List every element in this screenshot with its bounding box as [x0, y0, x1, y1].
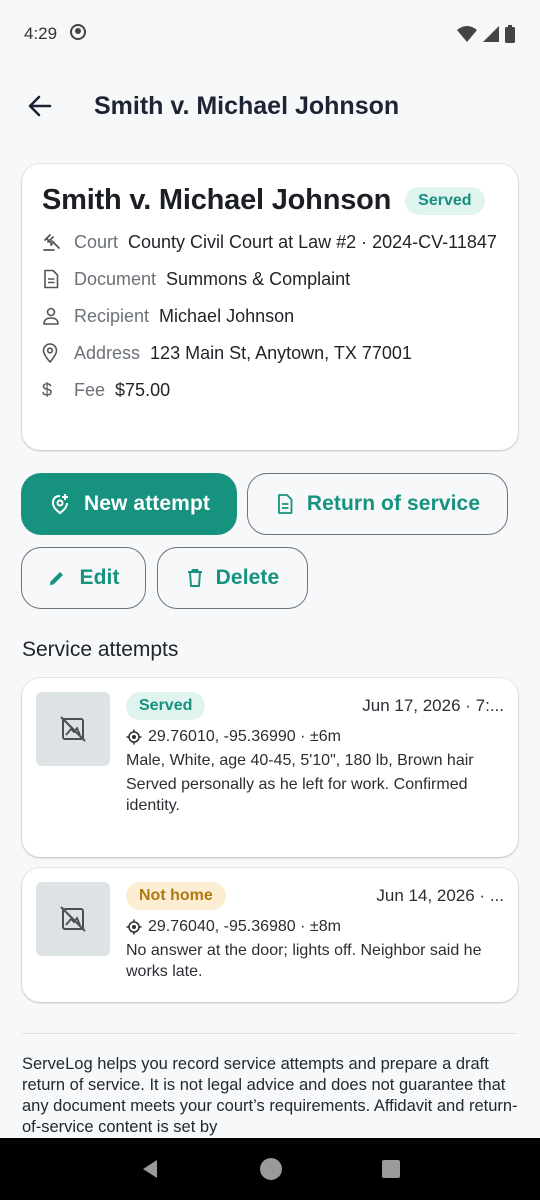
document-icon [42, 266, 64, 292]
gps-icon [126, 729, 142, 745]
divider [22, 1033, 518, 1034]
attempt-status-badge: Not home [126, 882, 226, 910]
fee-label: Fee [74, 380, 106, 400]
court-row: Court County Civil Court at Law #2 · 2024… [42, 229, 498, 255]
new-attempt-button[interactable]: New attempt [21, 473, 237, 535]
fee-row: $ Fee $75.00 [42, 377, 498, 403]
attempt-date: Jun 14, 2026 · ... [376, 886, 504, 905]
new-attempt-label: New attempt [84, 492, 210, 515]
person-icon [42, 303, 64, 329]
wifi-icon [457, 26, 477, 42]
document-icon [277, 494, 293, 514]
address-value: 123 Main St, Anytown, TX 77001 [150, 343, 412, 363]
gps-icon [126, 919, 142, 935]
service-attempts-heading: Service attempts [22, 638, 179, 661]
recipient-label: Recipient [74, 306, 150, 326]
status-app-icon [69, 23, 87, 46]
attempt-notes: No answer at the door; lights off. Neigh… [126, 942, 482, 980]
disclaimer-text: ServeLog helps you record service attemp… [22, 1055, 518, 1136]
case-details-card: Smith v. Michael Johnson Served Court Cou… [22, 164, 518, 450]
attempt-photo-placeholder [36, 692, 110, 766]
attempt-card[interactable]: Served Jun 17, 2026 · 7:... 29.76010, -9… [22, 678, 518, 857]
delete-label: Delete [215, 566, 280, 589]
signal-icon [483, 26, 499, 42]
attempt-coordinates: 29.76040, -95.36980 · ±8m [126, 916, 504, 938]
back-arrow-icon [28, 95, 52, 117]
battery-icon [505, 25, 515, 43]
attempt-coordinates: 29.76010, -95.36990 · ±6m [126, 726, 504, 748]
nav-back-icon[interactable] [139, 1158, 161, 1180]
court-value: County Civil Court at Law #2 · 2024-CV-1… [128, 232, 497, 252]
page-title: Smith v. Michael Johnson [94, 91, 400, 120]
case-status-badge: Served [405, 186, 485, 215]
dollar-icon: $ [42, 380, 53, 400]
document-row: Document Summons & Complaint [42, 266, 498, 292]
attempt-photo-placeholder [36, 882, 110, 956]
document-label: Document [74, 269, 157, 289]
nav-home-icon[interactable] [259, 1157, 283, 1181]
attempt-status-badge: Served [126, 692, 206, 720]
attempt-card[interactable]: Not home Jun 14, 2026 · ... 29.76040, -9… [22, 868, 518, 1002]
case-title: Smith v. Michael Johnson [42, 184, 392, 216]
no-photo-icon [60, 716, 86, 742]
address-row: Address 123 Main St, Anytown, TX 77001 [42, 340, 498, 366]
recipient-value: Michael Johnson [159, 306, 295, 326]
top-app-bar: Smith v. Michael Johnson [0, 68, 540, 144]
delete-button[interactable]: Delete [157, 547, 308, 609]
back-button[interactable] [20, 86, 60, 126]
address-label: Address [74, 343, 141, 363]
status-bar: 4:29 [0, 0, 540, 68]
status-indicators [456, 25, 516, 43]
edit-label: Edit [79, 566, 120, 589]
location-pin-icon [42, 340, 64, 366]
attempt-coords-text: 29.76040, -95.36980 · ±8m [148, 918, 341, 935]
recipient-row: Recipient Michael Johnson [42, 303, 498, 329]
return-of-service-button[interactable]: Return of service [247, 473, 508, 535]
nav-recents-icon[interactable] [381, 1159, 401, 1179]
gavel-icon [42, 229, 64, 255]
court-label: Court [74, 232, 119, 252]
trash-icon [187, 569, 202, 587]
document-value: Summons & Complaint [166, 269, 351, 289]
edit-button[interactable]: Edit [21, 547, 146, 609]
attempt-date: Jun 17, 2026 · 7:... [362, 696, 504, 715]
status-time: 4:29 [24, 24, 58, 43]
return-of-service-label: Return of service [306, 492, 481, 515]
fee-value: $75.00 [115, 380, 171, 400]
no-photo-icon [60, 906, 86, 932]
system-navigation-bar [0, 1138, 540, 1200]
pencil-icon [50, 572, 64, 585]
attempt-notes: Served personally as he left for work. C… [126, 776, 468, 814]
attempt-coords-text: 29.76010, -95.36990 · ±6m [148, 728, 341, 745]
add-location-icon [52, 494, 69, 515]
attempt-description: Male, White, age 40-45, 5'10", 180 lb, B… [126, 752, 474, 769]
